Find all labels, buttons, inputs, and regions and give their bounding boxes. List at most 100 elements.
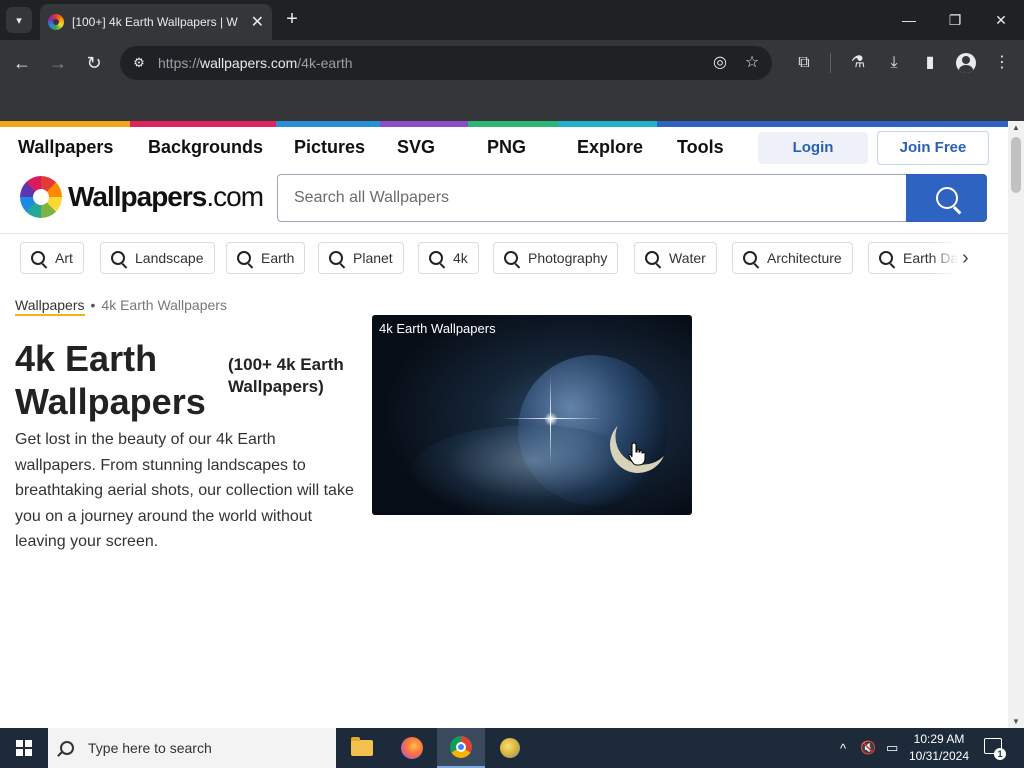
search-icon <box>645 251 659 265</box>
show-hidden-icons[interactable]: ^ <box>840 728 846 768</box>
search-icon <box>31 251 45 265</box>
nav-wallpapers[interactable]: Wallpapers <box>18 137 113 158</box>
network-icon[interactable]: ▭ <box>886 728 898 768</box>
chip-4k[interactable]: 4k <box>418 242 479 274</box>
address-bar[interactable]: ⚙ https://wallpapers.com/4k-earth ◎ ☆ <box>120 46 772 80</box>
close-tab-icon[interactable]: ✕ <box>251 12 264 32</box>
card-title: 4k Earth Wallpapers <box>379 321 496 336</box>
join-free-button[interactable]: Join Free <box>877 131 989 165</box>
taskbar-search-input[interactable]: Type here to search <box>48 728 336 768</box>
nav-pictures[interactable]: Pictures <box>294 137 365 158</box>
wallpaper-count: (100+ 4k Earth Wallpapers) <box>228 355 344 396</box>
eye-off-icon[interactable]: ◎ <box>708 51 732 75</box>
site-favicon-icon <box>48 14 64 30</box>
search-icon <box>237 251 251 265</box>
page-viewport: Wallpapers Backgrounds Pictures SVG PNG … <box>0 121 1008 728</box>
login-button[interactable]: Login <box>758 132 868 164</box>
nav-tools[interactable]: Tools <box>677 137 724 158</box>
file-explorer-app[interactable] <box>338 728 386 768</box>
forward-icon[interactable]: → <box>46 51 70 75</box>
bookmark-star-icon[interactable]: ☆ <box>740 51 764 75</box>
search-button[interactable] <box>906 174 987 222</box>
chip-water[interactable]: Water <box>634 242 717 274</box>
search-icon <box>429 251 443 265</box>
page-title: 4k Earth Wallpapers <box>15 338 206 422</box>
folder-icon <box>351 737 373 756</box>
chip-earth[interactable]: Earth <box>226 242 306 274</box>
taskbar-search-placeholder: Type here to search <box>88 740 212 756</box>
hand-cursor-icon <box>628 442 646 466</box>
url-text[interactable]: https://wallpapers.com/4k-earth <box>158 55 708 71</box>
start-button[interactable] <box>0 728 48 768</box>
header-divider <box>0 233 1008 234</box>
logo-color-wheel-icon <box>20 176 62 218</box>
reload-icon[interactable]: ↻ <box>82 51 106 75</box>
breadcrumb-home-link[interactable]: Wallpapers <box>15 297 85 316</box>
tab-title: [100+] 4k Earth Wallpapers | W <box>72 15 238 29</box>
new-tab-icon[interactable]: + <box>280 8 304 32</box>
search-icon <box>935 187 958 209</box>
logo-text: Wallpapers.com <box>68 181 264 212</box>
nav-png[interactable]: PNG <box>487 137 526 158</box>
scroll-down-icon[interactable]: ▼ <box>1012 717 1020 726</box>
page-description: Get lost in the beauty of our 4k Earth w… <box>15 431 354 550</box>
site-logo[interactable]: Wallpapers.com <box>20 176 264 218</box>
nav-svg[interactable]: SVG <box>397 137 435 158</box>
clock-time: 10:29 AM <box>913 732 965 746</box>
breadcrumb-current: 4k Earth Wallpapers <box>101 297 227 313</box>
restore-icon[interactable]: ❐ <box>932 0 978 40</box>
volume-muted-icon[interactable]: 🔇 <box>860 728 876 768</box>
chip-architecture[interactable]: Architecture <box>732 242 853 274</box>
browser-toolbar: ← → ↻ ⚙ https://wallpapers.com/4k-earth … <box>0 40 1024 86</box>
download-icon[interactable]: ⤓ <box>882 51 906 75</box>
chrome-icon <box>450 736 472 758</box>
chevron-right-icon[interactable]: › <box>962 247 969 270</box>
browser-menu-icon[interactable]: ⋮ <box>990 51 1014 75</box>
chip-art[interactable]: Art <box>20 242 84 274</box>
windows-logo-icon <box>16 740 32 756</box>
chip-photography[interactable]: Photography <box>493 242 619 274</box>
breadcrumb-separator: • <box>90 297 96 313</box>
taskbar-clock[interactable]: 10:29 AM 10/31/2024 <box>900 731 978 765</box>
scroll-thumb[interactable] <box>1011 137 1021 193</box>
search-icon <box>111 251 125 265</box>
labs-flask-icon[interactable]: ⚗ <box>846 51 870 75</box>
nav-explore[interactable]: Explore <box>577 137 643 158</box>
tag-chips: Art Landscape Earth Planet 4k Photograph… <box>20 242 960 274</box>
chip-planet[interactable]: Planet <box>318 242 404 274</box>
site-info-icon[interactable]: ⚙ <box>130 54 148 72</box>
wallpaper-card[interactable]: 4k Earth Wallpapers <box>372 315 692 515</box>
profile-icon[interactable] <box>954 51 978 75</box>
nav-backgrounds[interactable]: Backgrounds <box>148 137 263 158</box>
browser-tab-bar: ▾ [100+] 4k Earth Wallpapers | W ✕ + — ❐… <box>0 0 1024 40</box>
toolbar-divider <box>830 53 831 73</box>
search-icon <box>743 251 757 265</box>
toolbar-strip <box>0 86 1024 121</box>
breadcrumb: Wallpapers • 4k Earth Wallpapers <box>15 297 227 316</box>
notification-count-badge: 1 <box>994 748 1006 760</box>
back-icon[interactable]: ← <box>10 51 34 75</box>
site-nav: Wallpapers Backgrounds Pictures SVG PNG … <box>0 127 1008 169</box>
tab-search-icon[interactable]: ▾ <box>6 7 32 33</box>
windows-taskbar: Type here to search ^ 🔇 ▭ 10:29 AM 10/31… <box>0 728 1024 768</box>
scroll-up-icon[interactable]: ▲ <box>1012 123 1020 132</box>
clock-date: 10/31/2024 <box>908 749 970 763</box>
chrome-app[interactable] <box>437 728 485 768</box>
search-icon <box>329 251 343 265</box>
extensions-icon[interactable]: ⧉ <box>792 51 816 75</box>
search-icon <box>879 251 893 265</box>
browser-tab[interactable]: [100+] 4k Earth Wallpapers | W ✕ <box>40 4 272 40</box>
firefox-app[interactable] <box>388 728 436 768</box>
chip-landscape[interactable]: Landscape <box>100 242 215 274</box>
side-panel-icon[interactable]: ▮ <box>918 51 942 75</box>
chips-fade <box>930 242 960 274</box>
search-input[interactable]: Search all Wallpapers <box>277 174 906 222</box>
search-icon <box>60 741 74 755</box>
lens-flare <box>544 412 558 426</box>
close-window-icon[interactable]: ✕ <box>978 0 1024 40</box>
pinned-app[interactable] <box>486 728 534 768</box>
minimize-icon[interactable]: — <box>886 0 932 40</box>
firefox-icon <box>401 737 423 759</box>
app-icon <box>500 738 520 758</box>
page-scrollbar[interactable]: ▲ ▼ <box>1008 121 1024 728</box>
